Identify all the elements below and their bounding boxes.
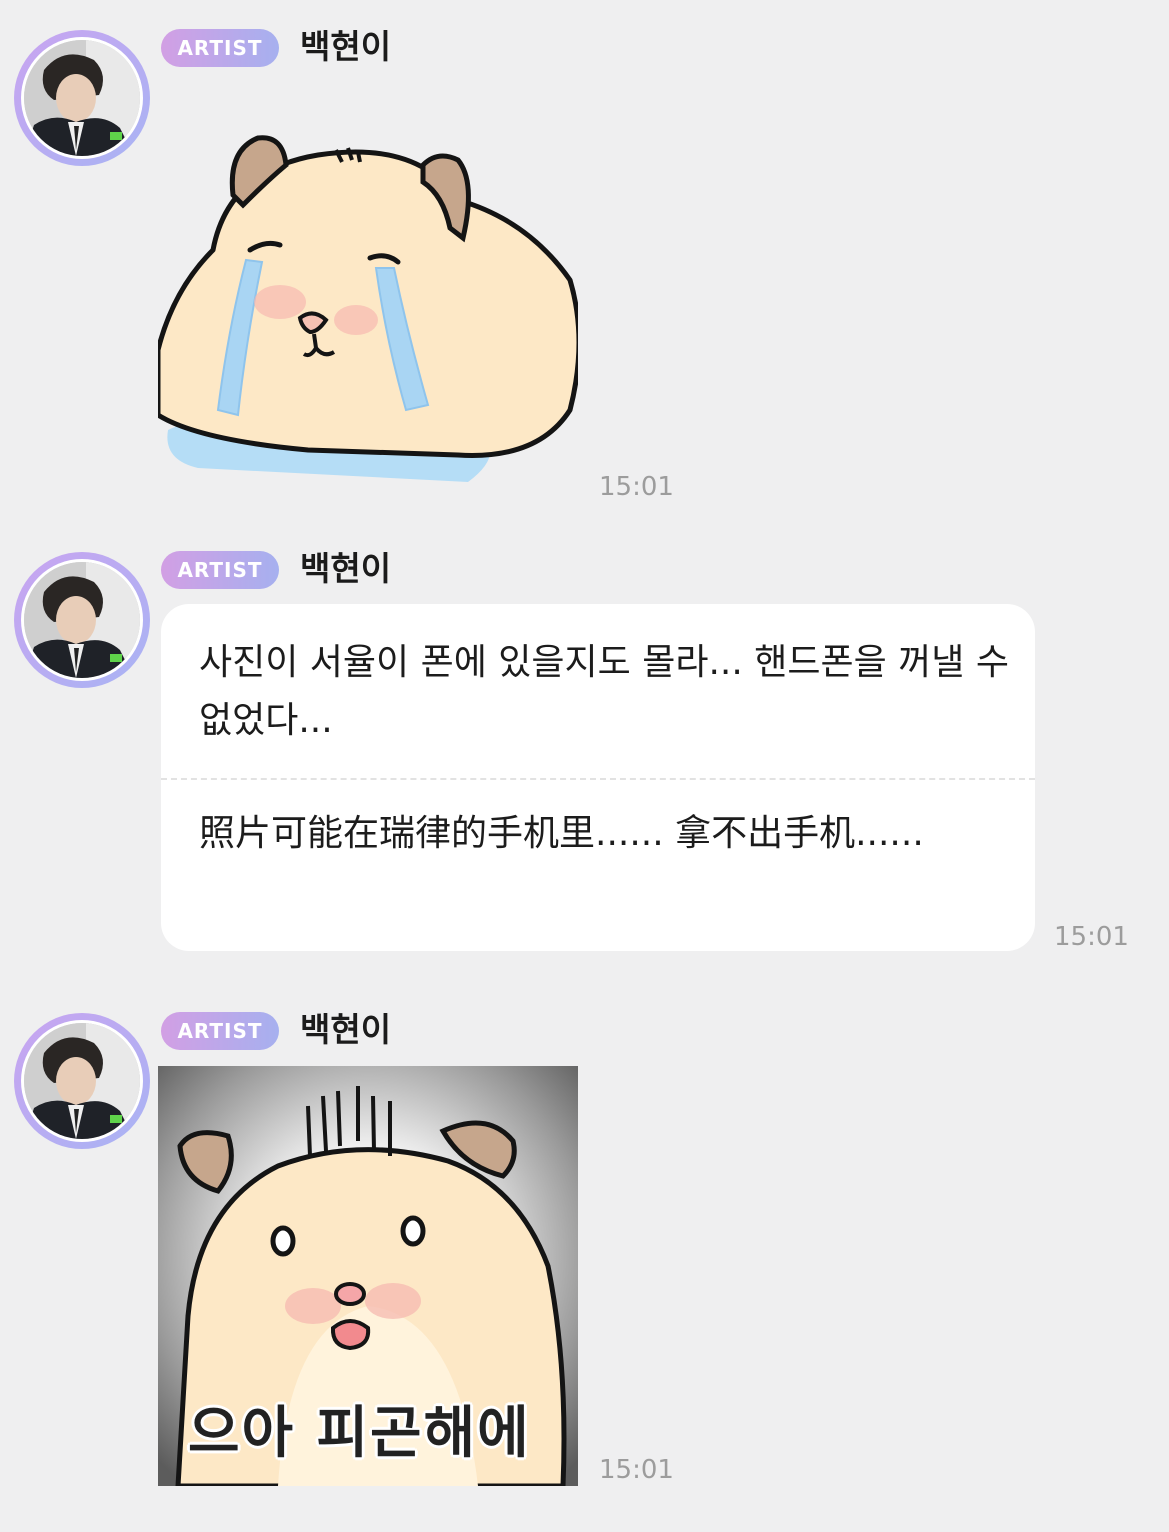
message-row: ARTIST 백현이 15:01 [0,0,1169,520]
artist-badge: ARTIST [161,551,279,589]
shocked-hamster-sticker-icon[interactable]: 으아 피곤해에 [158,1066,578,1486]
avatar[interactable] [14,30,150,166]
crying-hamster-sticker-icon[interactable] [155,110,582,490]
sender-name[interactable]: 백현이 [300,549,391,589]
sender-name[interactable]: 백현이 [300,1010,391,1050]
artist-badge: ARTIST [161,29,279,67]
avatar-photo [24,40,140,156]
message-text-translation: 照片可能在瑞律的手机里...... 拿不出手机...... [199,813,924,854]
message-timestamp: 15:01 [599,472,674,502]
avatar-photo [24,562,140,678]
sender-name[interactable]: 백현이 [300,27,391,67]
message-timestamp: 15:01 [599,1455,674,1485]
sticker-caption: 으아 피곤해에 [188,1401,531,1466]
artist-badge: ARTIST [161,1012,279,1050]
message-timestamp: 15:01 [1054,922,1129,952]
avatar[interactable] [14,1013,150,1149]
avatar-photo [24,1023,140,1139]
message-bubble[interactable]: 사진이 서율이 폰에 있을지도 몰라... 핸드폰을 꺼낼 수 없었다... 照… [161,604,1035,951]
avatar[interactable] [14,552,150,688]
translation-divider [161,778,1035,780]
message-text-korean: 사진이 서율이 폰에 있을지도 몰라... 핸드폰을 꺼낼 수 없었다... [199,642,1009,741]
